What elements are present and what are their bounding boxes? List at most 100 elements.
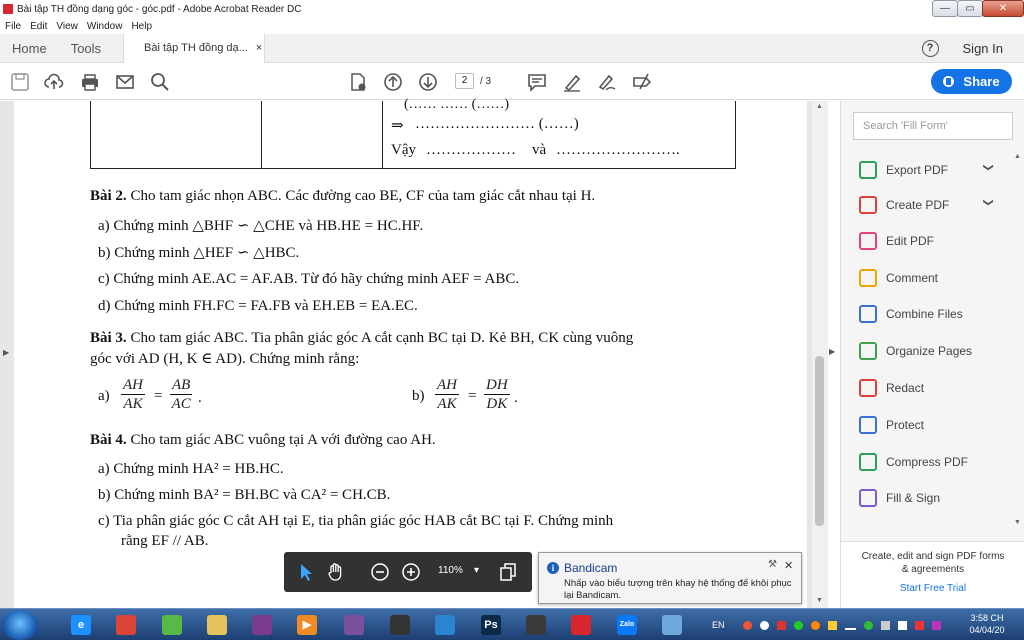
select-cursor-icon[interactable] (296, 562, 316, 582)
page-down-icon[interactable] (418, 72, 438, 92)
tools-panel-scrollbar[interactable]: ▲ ▼ (1014, 153, 1022, 533)
taskbar-internet-explorer[interactable]: e (64, 612, 98, 638)
fill-sign-icon[interactable] (632, 72, 652, 92)
print-icon[interactable] (80, 72, 100, 92)
taskbar-winrar[interactable] (245, 612, 279, 638)
close-tab-icon[interactable]: × (256, 42, 262, 54)
tab-document[interactable]: Bài tập TH đồng dạ... × (123, 33, 266, 63)
tray-app-icon[interactable] (880, 620, 890, 630)
start-free-trial-link[interactable]: Start Free Trial (841, 583, 1024, 594)
help-icon[interactable]: ? (921, 39, 939, 57)
scroll-down-icon[interactable]: ▼ (816, 597, 823, 604)
taskbar-zalo[interactable]: Zalo (610, 612, 644, 638)
menu-file[interactable]: File (5, 21, 21, 32)
clock[interactable]: 3:58 CH 04/04/20 (962, 612, 1012, 636)
tool-compress-pdf[interactable]: Compress PDF (859, 451, 968, 473)
tray-app-icon[interactable] (776, 620, 786, 630)
restore-button[interactable]: ▭ (957, 0, 983, 17)
tool-create-pdf[interactable]: Create PDF ❯ (859, 194, 994, 216)
collapse-left-arrow-icon[interactable]: ▶ (3, 348, 9, 357)
tool-comment[interactable]: Comment (859, 267, 938, 289)
close-notification-icon[interactable]: ✕ (784, 559, 793, 572)
chevron-down-icon[interactable]: ❯ (983, 198, 994, 206)
tools-panel: Search 'Fill Form' Export PDF ❯ Create PDF… (840, 101, 1024, 608)
save-icon[interactable] (10, 72, 30, 92)
exercise-2: Bài 2. Cho tam giác nhọn ABC. Các đường … (90, 188, 595, 205)
zoom-dropdown-chevron-icon[interactable]: ▾ (474, 565, 479, 576)
taskbar-acrobat[interactable] (564, 612, 598, 638)
language-indicator[interactable]: EN (712, 620, 725, 630)
tool-edit-pdf[interactable]: Edit PDF (859, 230, 934, 252)
scroll-down-icon[interactable]: ▼ (1014, 519, 1021, 526)
tray-app-icon[interactable] (914, 620, 924, 630)
tool-fill-sign[interactable]: Fill & Sign (859, 487, 940, 509)
chevron-down-icon[interactable]: ❯ (983, 163, 994, 171)
tray-app-icon[interactable] (827, 620, 837, 630)
media-player-icon: ▶ (297, 615, 317, 635)
equals-sign: = (154, 388, 163, 404)
taskbar-obs[interactable] (383, 612, 417, 638)
taskbar-picture-viewer[interactable] (655, 612, 689, 638)
zoom-in-icon[interactable] (401, 562, 421, 582)
settings-wrench-icon[interactable]: ⚒ (768, 559, 777, 570)
zoom-out-icon[interactable] (370, 562, 390, 582)
taskbar-photoshop[interactable]: Ps (474, 612, 508, 638)
comment-icon[interactable] (527, 72, 547, 92)
taskbar-app-green[interactable] (155, 612, 189, 638)
tab-tools[interactable]: Tools (59, 34, 113, 63)
zoom-level[interactable]: 110% (438, 565, 463, 576)
fill-form-search-input[interactable]: Search 'Fill Form' (853, 112, 1013, 140)
share-person-icon (943, 76, 955, 87)
tool-protect[interactable]: Protect (859, 414, 924, 436)
page-display-icon[interactable] (498, 562, 518, 582)
fraction-ab-ac: AB AC (170, 376, 193, 413)
menu-edit[interactable]: Edit (30, 21, 47, 32)
sign-in-button[interactable]: Sign In (963, 41, 1003, 56)
menu-help[interactable]: Help (131, 21, 152, 32)
menu-view[interactable]: View (56, 21, 78, 32)
page-number-input[interactable]: 2 (455, 73, 474, 89)
notification-title: Bandicam (564, 561, 618, 575)
collapse-right-panel-arrow-icon[interactable]: ▶ (829, 347, 835, 356)
page-up-icon[interactable] (383, 72, 403, 92)
menu-window[interactable]: Window (87, 21, 123, 32)
scrollbar-thumb[interactable] (815, 356, 824, 526)
tray-app-icon[interactable] (931, 620, 941, 630)
sign-icon[interactable] (597, 72, 617, 92)
minimize-button[interactable]: — (932, 0, 958, 17)
taskbar-chrome[interactable] (109, 612, 143, 638)
winrar-icon (252, 615, 272, 635)
search-icon[interactable] (150, 72, 170, 92)
scroll-up-icon[interactable]: ▲ (1014, 153, 1021, 160)
tool-export-pdf[interactable]: Export PDF ❯ (859, 159, 994, 181)
document-scrollbar[interactable]: ▲ ▼ (812, 101, 828, 608)
tray-app-icon[interactable] (793, 620, 803, 630)
fraction-denominator: AC (171, 396, 191, 412)
taskbar-viber[interactable] (337, 612, 371, 638)
tool-redact[interactable]: Redact (859, 377, 924, 399)
tray-app-icon[interactable] (863, 620, 873, 630)
tray-app-icon[interactable] (742, 620, 752, 630)
tray-app-icon[interactable] (810, 620, 820, 630)
hand-tool-icon[interactable] (326, 562, 346, 582)
taskbar-app-blue-circle[interactable] (428, 612, 462, 638)
help-tray-icon[interactable] (759, 620, 769, 630)
start-button[interactable] (2, 610, 38, 640)
email-icon[interactable] (115, 72, 135, 92)
taskbar-media-player[interactable]: ▶ (290, 612, 324, 638)
document-settings-icon[interactable] (348, 72, 368, 92)
scroll-up-icon[interactable]: ▲ (816, 103, 823, 110)
highlight-pen-icon[interactable] (562, 72, 582, 92)
photoshop-icon: Ps (481, 615, 501, 635)
tool-combine-files[interactable]: Combine Files (859, 303, 963, 325)
tab-home[interactable]: Home (0, 34, 59, 63)
bandicam-notification[interactable]: i Bandicam ⚒ ✕ Nhấp vào biểu tượng trên … (538, 552, 802, 604)
network-signal-icon[interactable] (844, 621, 856, 630)
tool-organize-pages[interactable]: Organize Pages (859, 340, 972, 362)
taskbar-app-dark[interactable] (519, 612, 553, 638)
volume-icon[interactable] (897, 620, 907, 630)
close-window-button[interactable]: ✕ (982, 0, 1024, 17)
share-button[interactable]: Share (931, 69, 1012, 94)
taskbar-file-explorer[interactable] (200, 612, 234, 638)
upload-cloud-icon[interactable] (44, 72, 64, 92)
